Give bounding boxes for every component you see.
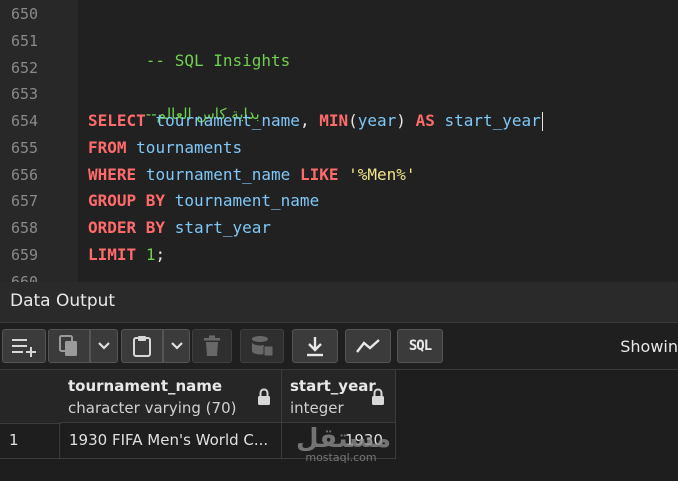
sql-keyword: FROM: [88, 138, 127, 157]
column-type: integer: [290, 399, 344, 417]
sql-function: MIN: [319, 111, 349, 130]
sql-keyword: SELECT: [88, 111, 146, 130]
sql-identifier: year: [357, 111, 397, 130]
sql-comment: -- SQL Insights: [145, 51, 291, 70]
copy-icon: [58, 334, 80, 358]
code-line-comment: -- SQL Insights: [88, 31, 291, 91]
table-cell-tournament-name[interactable]: 1930 FIFA Men's World C...: [60, 423, 282, 459]
sql-identifier: start_year: [444, 111, 541, 130]
row-number[interactable]: 1: [0, 423, 60, 459]
add-row-icon: [10, 335, 38, 357]
sql-identifier: tournament_name: [145, 165, 291, 184]
sql-keyword: GROUP BY: [88, 191, 166, 210]
copy-options-dropdown[interactable]: [90, 329, 118, 363]
column-name: start_year: [290, 377, 376, 395]
database-save-icon: [250, 334, 274, 358]
line-number: 658: [11, 219, 39, 237]
sql-punct: ,: [299, 111, 310, 130]
download-button[interactable]: [292, 329, 338, 363]
line-number: 657: [11, 192, 39, 210]
sql-punct: ;: [155, 245, 166, 264]
graph-visualiser-button[interactable]: [345, 329, 391, 363]
sql-keyword: LIKE: [299, 165, 339, 184]
line-number: 653: [11, 85, 39, 103]
line-number: 659: [11, 246, 39, 264]
sql-label: SQL: [408, 338, 432, 354]
delete-button[interactable]: [192, 329, 232, 363]
line-number: 651: [11, 32, 39, 50]
sql-identifier: tournaments: [136, 138, 243, 157]
paste-button[interactable]: [121, 329, 163, 363]
sql-string: '%Men%': [348, 165, 416, 184]
watermark-latin: mostaql.com: [305, 451, 377, 464]
chevron-down-icon: [97, 341, 111, 351]
sql-number: 1: [145, 245, 156, 264]
column-type: character varying (70): [68, 399, 237, 417]
lock-icon: [257, 388, 271, 410]
view-sql-button[interactable]: SQL: [397, 329, 443, 363]
column-header-tournament-name[interactable]: tournament_name character varying (70): [60, 370, 282, 423]
watermark-arabic: مستقل: [296, 424, 392, 454]
code-line-where: WHERE tournament_name LIKE '%Men%': [88, 165, 416, 185]
line-number: 656: [11, 166, 39, 184]
chevron-down-icon: [170, 341, 184, 351]
data-output-toolbar: SQL Showin: [0, 323, 678, 370]
column-header-start-year[interactable]: start_year integer: [282, 370, 396, 423]
code-line-from: FROM tournaments: [88, 138, 242, 158]
save-data-button[interactable]: [240, 329, 284, 363]
code-line-limit: LIMIT 1;: [88, 245, 165, 265]
sql-keyword: ORDER BY: [88, 218, 166, 237]
line-chart-icon: [355, 337, 381, 355]
sql-punct: ): [396, 111, 406, 130]
line-number: 652: [11, 59, 39, 77]
line-number: 650: [11, 5, 39, 23]
column-name: tournament_name: [68, 377, 223, 395]
sql-identifier: tournament_name: [155, 111, 300, 130]
tab-data-output[interactable]: Data Output: [0, 282, 678, 323]
grid-corner: [0, 370, 61, 424]
sql-keyword: WHERE: [88, 165, 137, 184]
showing-rows-text: Showin: [620, 337, 678, 356]
sql-identifier: tournament_name: [174, 191, 320, 210]
code-line-group-by: GROUP BY tournament_name: [88, 191, 319, 211]
lock-icon: [371, 388, 385, 410]
code-line-select: SELECT tournament_name, MIN(year) AS sta…: [88, 111, 544, 131]
code-area[interactable]: -- SQL Insights --بداية كاس العالم SELEC…: [88, 0, 678, 282]
sql-keyword: AS: [415, 111, 435, 130]
paste-icon: [131, 334, 153, 358]
watermark-logo: مستقل mostaql.com: [296, 424, 392, 464]
trash-icon: [203, 335, 221, 357]
text-cursor: [541, 112, 544, 131]
code-line-order-by: ORDER BY start_year: [88, 218, 271, 238]
paste-options-dropdown[interactable]: [163, 329, 190, 363]
sql-editor[interactable]: 650 651 652 653 654 655 656 657 658 659 …: [0, 0, 678, 282]
copy-button[interactable]: [48, 329, 90, 363]
sql-punct: (: [348, 111, 358, 130]
tab-label: Data Output: [10, 291, 116, 311]
line-number-gutter: 650 651 652 653 654 655 656 657 658 659 …: [0, 0, 78, 282]
line-number: 655: [11, 139, 39, 157]
line-number: 660: [11, 273, 39, 282]
line-number: 654: [11, 112, 39, 130]
sql-identifier: start_year: [174, 218, 272, 237]
add-row-button[interactable]: [2, 329, 46, 363]
sql-keyword: LIMIT: [88, 245, 137, 264]
download-icon: [304, 335, 326, 357]
